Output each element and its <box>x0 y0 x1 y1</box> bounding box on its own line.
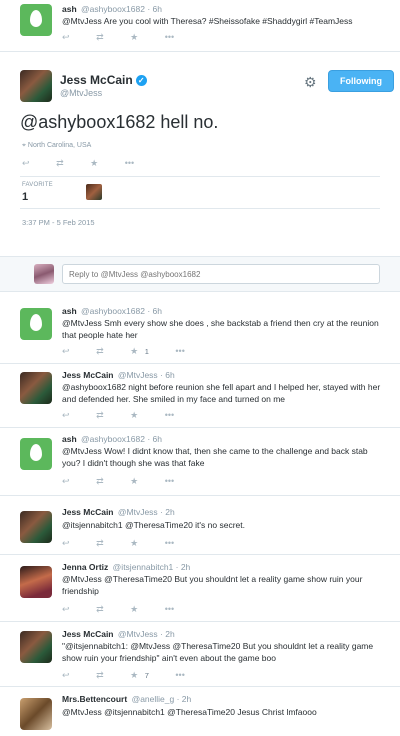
more-icon[interactable]: ••• <box>175 670 184 680</box>
tweet-item[interactable]: Jess McCain @MtvJess · 2h @itsjennabitch… <box>0 503 400 555</box>
tweet-text: @MtvJess Smh every show she does , she b… <box>62 318 379 340</box>
avatar[interactable] <box>20 372 52 404</box>
tweet-item[interactable]: Mrs.Bettencourt @anellie_g · 2h @MtvJess… <box>0 690 400 736</box>
tweet-author-name[interactable]: Jess McCain <box>62 370 114 380</box>
tweet-author-handle[interactable]: @MtvJess <box>60 88 102 98</box>
more-icon[interactable]: ••• <box>175 346 184 356</box>
tweet-author-name[interactable]: Mrs.Bettencourt <box>62 694 127 704</box>
tweet-timestamp[interactable]: 3:37 PM - 5 Feb 2015 <box>22 218 95 227</box>
tweet-author-name[interactable]: ash <box>62 4 77 14</box>
reply-icon[interactable]: ↩ <box>62 32 70 43</box>
retweet-icon[interactable]: ⇄ <box>96 670 104 681</box>
tweet-author-name[interactable]: Jess McCain <box>60 73 133 87</box>
tweet-author-name[interactable]: Jenna Ortiz <box>62 562 108 572</box>
favoriter-avatar[interactable] <box>86 184 102 200</box>
tweet-item[interactable]: ash @ashyboox1682 · 6h @MtvJess Wow! I d… <box>0 428 400 496</box>
tweet-author-handle[interactable]: @MtvJess · 6h <box>118 370 175 380</box>
tweet-author-handle[interactable]: @ashyboox1682 · 6h <box>81 306 162 316</box>
avatar[interactable] <box>20 4 52 36</box>
tweet-author-handle[interactable]: @MtvJess · 2h <box>118 629 175 639</box>
more-icon[interactable]: ••• <box>165 410 174 420</box>
reply-icon[interactable]: ↩ <box>22 158 30 169</box>
favorite-icon[interactable]: ★ <box>130 410 138 421</box>
tweet-author-name[interactable]: ash <box>62 306 77 316</box>
avatar[interactable] <box>20 438 52 470</box>
retweet-icon[interactable]: ⇄ <box>96 476 104 487</box>
more-icon[interactable]: ••• <box>165 604 174 614</box>
favorite-icon[interactable]: ★ <box>90 158 98 169</box>
tweet-text: @ashyboox1682 night before reunion she f… <box>62 382 381 404</box>
favorite-icon[interactable]: ★ <box>130 604 138 615</box>
tweet-item[interactable]: Jenna Ortiz @itsjennabitch1 · 2h @MtvJes… <box>0 558 400 622</box>
more-icon[interactable]: ••• <box>165 538 174 548</box>
tweet-actions: ↩ ⇄ ★ ••• <box>62 538 198 550</box>
avatar[interactable] <box>20 511 52 543</box>
retweet-icon[interactable]: ⇄ <box>96 32 104 43</box>
tweet-author-handle[interactable]: @MtvJess · 2h <box>118 507 175 517</box>
retweet-icon[interactable]: ⇄ <box>96 604 104 615</box>
following-button[interactable]: Following <box>328 70 394 92</box>
favorites-label: FAVORITE <box>22 182 53 188</box>
avatar[interactable] <box>20 631 52 663</box>
location-icon: ⌖ <box>22 142 26 149</box>
tweet-actions: ↩ ⇄ ★ 7 ••• <box>62 670 209 682</box>
reply-input[interactable] <box>62 264 380 284</box>
retweet-icon[interactable]: ⇄ <box>96 346 104 357</box>
tweet-author-name[interactable]: Jess McCain <box>62 507 114 517</box>
tweet-author-name[interactable]: ash <box>62 434 77 444</box>
tweet-author-handle[interactable]: @ashyboox1682 · 6h <box>81 434 162 444</box>
avatar[interactable] <box>20 698 52 730</box>
tweet-text: @itsjennabitch1 @TheresaTime20 it's no s… <box>62 520 245 530</box>
tweet-actions: ↩ ⇄ ★ 1 ••• <box>62 346 209 358</box>
tweet-text: "@itsjennabitch1: @MtvJess @TheresaTime2… <box>62 641 374 663</box>
tweet-actions: ↩ ⇄ ★ ••• <box>62 410 198 422</box>
more-icon[interactable]: ••• <box>165 32 174 42</box>
gear-icon[interactable]: ⚙ <box>304 74 317 91</box>
avatar <box>34 264 54 284</box>
tweet-author-name[interactable]: Jess McCain <box>62 629 114 639</box>
favorite-icon[interactable]: ★ <box>130 476 138 487</box>
reply-icon[interactable]: ↩ <box>62 476 70 487</box>
tweet-author-handle[interactable]: @ashyboox1682 · 6h <box>81 4 162 14</box>
more-icon[interactable]: ••• <box>125 158 134 168</box>
reply-icon[interactable]: ↩ <box>62 538 70 549</box>
reply-icon[interactable]: ↩ <box>62 670 70 681</box>
tweet-text: @ashyboox1682 hell no. <box>20 112 219 132</box>
favorites-count[interactable]: 1 <box>22 191 28 203</box>
avatar[interactable] <box>20 566 52 598</box>
tweet-item[interactable]: Jess McCain @MtvJess · 6h @ashyboox1682 … <box>0 364 400 428</box>
tweet-actions: ↩ ⇄ ★ ••• <box>22 158 158 169</box>
reply-icon[interactable]: ↩ <box>62 604 70 615</box>
tweet-location[interactable]: North Carolina, USA <box>28 142 91 149</box>
favorite-icon[interactable]: ★ <box>130 32 138 43</box>
reply-icon[interactable]: ↩ <box>62 346 70 357</box>
tweet-item[interactable]: ash @ashyboox1682 · 6h @MtvJess Smh ever… <box>0 300 400 364</box>
tweet-author-handle[interactable]: @anellie_g · 2h <box>132 694 192 704</box>
retweet-icon[interactable]: ⇄ <box>96 410 104 421</box>
favorite-icon[interactable]: ★ <box>130 346 138 357</box>
favorite-count: 1 <box>144 347 149 356</box>
tweet-item[interactable]: Jess McCain @MtvJess · 2h "@itsjennabitc… <box>0 625 400 687</box>
tweet-item[interactable]: ash @ashyboox1682 · 6h @MtvJess Are you … <box>0 0 400 52</box>
favorite-count: 7 <box>144 671 149 680</box>
divider <box>20 176 380 177</box>
tweet-text: @MtvJess Wow! I didnt know that, then sh… <box>62 446 368 468</box>
tweet-text: @MtvJess @itsjennabitch1 @TheresaTime20 … <box>62 707 317 717</box>
more-icon[interactable]: ••• <box>165 476 174 486</box>
avatar[interactable] <box>20 308 52 340</box>
tweet-text: @MtvJess @TheresaTime20 But you shouldnt… <box>62 574 363 596</box>
retweet-icon[interactable]: ⇄ <box>96 538 104 549</box>
verified-icon: ✓ <box>135 75 147 86</box>
tweet-text: @MtvJess Are you cool with Theresa? #She… <box>62 16 353 26</box>
tweet-author-handle[interactable]: @itsjennabitch1 · 2h <box>113 562 191 572</box>
tweet-actions: ↩ ⇄ ★ ••• <box>62 476 198 488</box>
tweet-actions: ↩ ⇄ ★ ••• <box>62 604 198 616</box>
divider <box>20 208 380 209</box>
favorite-icon[interactable]: ★ <box>130 670 138 681</box>
favorite-icon[interactable]: ★ <box>130 538 138 549</box>
retweet-icon[interactable]: ⇄ <box>56 158 64 169</box>
tweet-actions: ↩ ⇄ ★ ••• <box>62 32 198 44</box>
reply-icon[interactable]: ↩ <box>62 410 70 421</box>
avatar[interactable] <box>20 70 52 102</box>
